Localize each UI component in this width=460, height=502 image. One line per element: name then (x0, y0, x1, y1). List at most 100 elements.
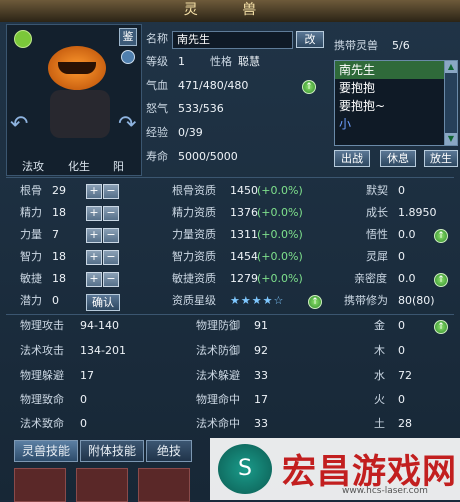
window-title: 灵 兽 (183, 2, 277, 18)
plus-icon[interactable]: + (86, 228, 102, 243)
pet-list-scrollbar[interactable]: ▲ ▼ (444, 60, 458, 146)
tab-possess-skills[interactable]: 附体技能 (80, 440, 144, 462)
divider (6, 177, 454, 178)
anger-label: 怒气 (146, 102, 168, 115)
right-label: 默契 (366, 184, 388, 197)
appraise-button[interactable]: 鉴 (119, 28, 137, 46)
attr-value: 18 (52, 272, 66, 285)
title-bar[interactable]: 灵 兽 (0, 0, 460, 22)
combat-label: 法术躲避 (196, 369, 240, 382)
right-value: 0.0 (398, 228, 416, 241)
pet-list-item[interactable]: 要抱抱~ (335, 97, 445, 115)
cultivation-value: 80(80) (398, 294, 435, 307)
minus-icon[interactable]: − (103, 228, 119, 243)
plus-icon[interactable]: + (86, 250, 102, 265)
combat-label: 物理躲避 (20, 369, 64, 382)
watermark-logo: S (218, 444, 272, 494)
skill-slot[interactable] (138, 468, 190, 502)
hp-value: 471/480/480 (178, 79, 249, 92)
tab-ultimate[interactable]: 绝技 (146, 440, 192, 462)
attr-value: 18 (52, 250, 66, 263)
plus-icon[interactable]: + (86, 206, 102, 221)
potential-label: 潜力 (20, 294, 42, 307)
tab-pet-skills[interactable]: 灵兽技能 (14, 440, 78, 462)
pet-list: 南先生 要抱抱 要抱抱~ 小 (334, 60, 446, 146)
smiley-icon[interactable] (14, 30, 32, 48)
combat-value: 17 (80, 369, 94, 382)
scroll-down-icon[interactable]: ▼ (445, 133, 457, 145)
watermark: S 宏昌游戏网 www.hcs-laser.com (210, 438, 460, 500)
right-value: 0.0 (398, 272, 416, 285)
element-up-icon[interactable]: ↑ (434, 320, 448, 334)
combat-label: 物理防御 (196, 319, 240, 332)
rotate-left-icon[interactable]: ↶ (10, 112, 28, 137)
plus-icon[interactable]: + (86, 272, 102, 287)
name-field[interactable]: 南先生 (172, 31, 293, 49)
pet-list-item[interactable]: 要抱抱 (335, 79, 445, 97)
element-label: 土 (374, 417, 385, 430)
combat-value: 17 (254, 393, 268, 406)
star-up-icon[interactable]: ↑ (308, 295, 322, 309)
attr-value: 7 (52, 228, 59, 241)
aptitude-value: 1279 (230, 272, 258, 285)
minus-icon[interactable]: − (103, 206, 119, 221)
cultivation-label: 携带修为 (344, 294, 388, 307)
right-label: 灵犀 (366, 250, 388, 263)
combat-label: 法术致命 (20, 417, 64, 430)
attr-value: 29 (52, 184, 66, 197)
hp-up-icon[interactable]: ↑ (302, 80, 316, 94)
aptitude-label: 根骨资质 (172, 184, 216, 197)
up-icon[interactable]: ↑ (434, 273, 448, 287)
aptitude-value: 1376 (230, 206, 258, 219)
element-label: 水 (374, 369, 385, 382)
minus-icon[interactable]: − (103, 272, 119, 287)
release-button[interactable]: 放生 (424, 150, 458, 167)
rest-button[interactable]: 休息 (380, 150, 416, 167)
pet-list-item[interactable]: 南先生 (335, 61, 445, 79)
scroll-up-icon[interactable]: ▲ (445, 61, 457, 73)
element-value: 0 (398, 344, 405, 357)
pet-body (50, 90, 110, 138)
aptitude-pct: (+0.0%) (257, 250, 303, 263)
element-label: 木 (374, 344, 385, 357)
anger-value: 533/536 (178, 102, 224, 115)
up-icon[interactable]: ↑ (434, 229, 448, 243)
element-label: 火 (374, 393, 385, 406)
minus-icon[interactable]: − (103, 184, 119, 199)
confirm-button[interactable]: 确认 (86, 294, 120, 311)
combat-label: 物理攻击 (20, 319, 64, 332)
rotate-right-icon[interactable]: ↷ (118, 112, 136, 137)
combat-value: 94-140 (80, 319, 119, 332)
pet-list-item[interactable]: 小 (335, 115, 445, 133)
fight-button[interactable]: 出战 (334, 150, 370, 167)
level-value: 1 (178, 55, 185, 68)
skill-slot[interactable] (76, 468, 128, 502)
aptitude-pct: (+0.0%) (257, 228, 303, 241)
combat-value: 33 (254, 417, 268, 430)
level-label: 等级 (146, 55, 168, 68)
exp-value: 0/39 (178, 126, 203, 139)
attr-value: 18 (52, 206, 66, 219)
aptitude-label: 敏捷资质 (172, 272, 216, 285)
portrait-stat-2: 化生 (68, 160, 90, 173)
minus-icon[interactable]: − (103, 250, 119, 265)
plus-icon[interactable]: + (86, 184, 102, 199)
life-label: 寿命 (146, 150, 168, 163)
watermark-url: www.hcs-laser.com (342, 486, 428, 496)
skill-slot[interactable] (14, 468, 66, 502)
combat-value: 33 (254, 369, 268, 382)
aptitude-pct: (+0.0%) (257, 184, 303, 197)
attr-label: 精力 (20, 206, 42, 219)
combat-value: 134-201 (80, 344, 126, 357)
lock-icon[interactable] (121, 50, 135, 64)
right-label: 亲密度 (354, 272, 387, 285)
aptitude-label: 智力资质 (172, 250, 216, 263)
element-value: 0 (398, 319, 405, 332)
personality-label: 性格 (210, 55, 232, 68)
element-label: 金 (374, 319, 385, 332)
right-value: 0 (398, 184, 405, 197)
aptitude-value: 1450 (230, 184, 258, 197)
rename-button[interactable]: 改 (296, 31, 324, 48)
right-value: 1.8950 (398, 206, 437, 219)
portrait-stat-1: 法攻 (22, 160, 44, 173)
